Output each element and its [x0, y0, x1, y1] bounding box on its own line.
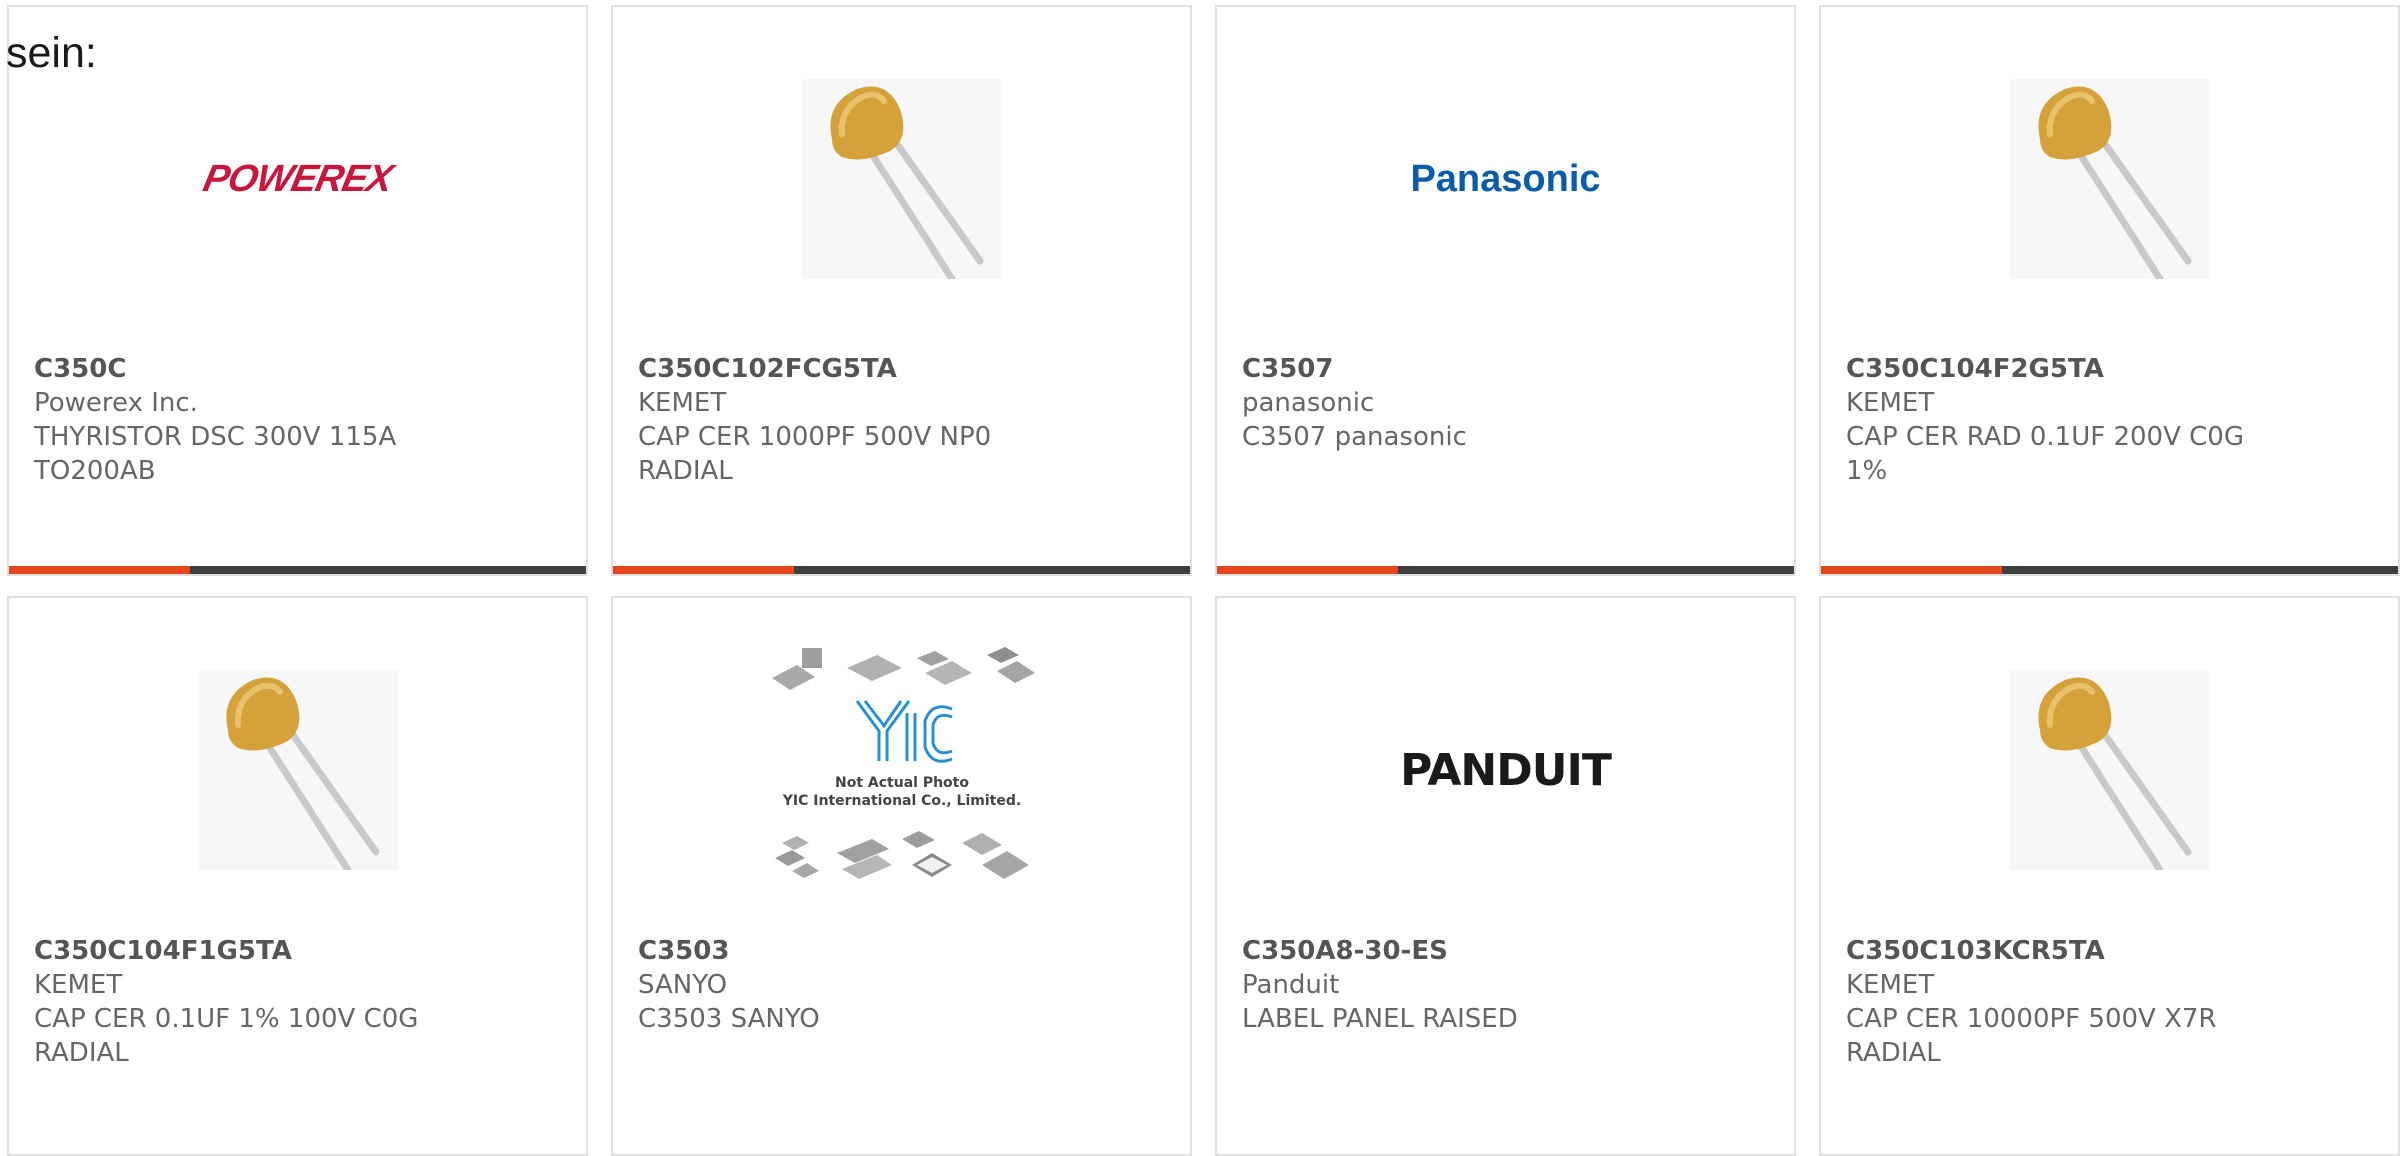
description: THYRISTOR DSC 300V 115A TO200AB — [34, 422, 397, 486]
description: CAP CER 10000PF 500V X7R RADIAL — [1846, 1004, 2217, 1068]
description: CAP CER RAD 0.1UF 200V C0G 1% — [1846, 422, 2244, 486]
card-accent-bar — [1821, 566, 2002, 574]
product-card[interactable]: PANDUIT C350A8-30-ES Panduit LABEL PANEL… — [1215, 596, 1796, 1156]
manufacturer: SANYO — [638, 970, 728, 1000]
placeholder-caption-2: YIC International Co., Limited. — [781, 793, 1020, 809]
description: C3507 panasonic — [1242, 422, 1467, 452]
radial-capacitor-image — [801, 79, 1002, 279]
part-number-link[interactable]: C350C102FCG5TA — [638, 352, 1170, 386]
product-info: C350C Powerex Inc. THYRISTOR DSC 300V 11… — [34, 352, 566, 488]
description: CAP CER 1000PF 500V NP0 RADIAL — [638, 422, 992, 486]
card-footer-bar — [9, 566, 586, 574]
product-image[interactable]: Not Actual Photo YIC International Co., … — [613, 638, 1190, 888]
product-card[interactable]: C350C104F1G5TA KEMET CAP CER 0.1UF 1% 10… — [7, 596, 588, 1156]
product-info: C350A8-30-ES Panduit LABEL PANEL RAISED — [1242, 934, 1774, 1036]
product-info: C350C103KCR5TA KEMET CAP CER 10000PF 500… — [1846, 934, 2378, 1070]
product-card[interactable]: POWEREX C350C Powerex Inc. THYRISTOR DSC… — [7, 5, 588, 576]
product-image[interactable] — [1821, 79, 2398, 279]
manufacturer: KEMET — [34, 970, 123, 1000]
part-number-link[interactable]: C3503 — [638, 934, 1170, 968]
product-image[interactable]: PANDUIT — [1217, 670, 1794, 870]
card-footer-bar — [1821, 566, 2398, 574]
product-card[interactable]: C350C102FCG5TA KEMET CAP CER 1000PF 500V… — [611, 5, 1192, 576]
product-info: C350C104F1G5TA KEMET CAP CER 0.1UF 1% 10… — [34, 934, 566, 1070]
manufacturer: Panduit — [1242, 970, 1340, 1000]
manufacturer: panasonic — [1242, 388, 1375, 418]
description: LABEL PANEL RAISED — [1242, 1004, 1518, 1034]
product-info: C350C104F2G5TA KEMET CAP CER RAD 0.1UF 2… — [1846, 352, 2378, 488]
product-card[interactable]: C350C103KCR5TA KEMET CAP CER 10000PF 500… — [1819, 596, 2400, 1156]
part-number-link[interactable]: C3507 — [1242, 352, 1774, 386]
panasonic-logo: Panasonic — [1410, 157, 1601, 200]
radial-capacitor-image — [2009, 79, 2210, 279]
manufacturer: KEMET — [1846, 970, 1935, 1000]
product-info: C3507 panasonic C3507 panasonic — [1242, 352, 1774, 454]
card-accent-bar — [1217, 566, 1398, 574]
product-card[interactable]: C350C104F2G5TA KEMET CAP CER RAD 0.1UF 2… — [1819, 5, 2400, 576]
product-image[interactable]: POWEREX — [9, 79, 586, 279]
product-card[interactable]: Not Actual Photo YIC International Co., … — [611, 596, 1192, 1156]
manufacturer: KEMET — [1846, 388, 1935, 418]
product-info: C3503 SANYO C3503 SANYO — [638, 934, 1170, 1036]
part-number-link[interactable]: C350C104F1G5TA — [34, 934, 566, 968]
radial-capacitor-image — [197, 670, 398, 870]
intro-text: sein: — [6, 29, 97, 77]
part-number-link[interactable]: C350C104F2G5TA — [1846, 352, 2378, 386]
part-number-link[interactable]: C350C — [34, 352, 566, 386]
product-card[interactable]: Panasonic C3507 panasonic C3507 panasoni… — [1215, 5, 1796, 576]
placeholder-caption-1: Not Actual Photo — [835, 775, 969, 791]
product-image[interactable] — [613, 79, 1190, 279]
product-info: C350C102FCG5TA KEMET CAP CER 1000PF 500V… — [638, 352, 1170, 488]
description: C3503 SANYO — [638, 1004, 820, 1034]
yic-placeholder-image: Not Actual Photo YIC International Co., … — [771, 647, 1035, 879]
panduit-logo: PANDUIT — [1400, 744, 1612, 796]
product-image[interactable]: Panasonic — [1217, 79, 1794, 279]
radial-capacitor-image — [2009, 670, 2210, 870]
card-accent-bar — [613, 566, 794, 574]
description: CAP CER 0.1UF 1% 100V C0G RADIAL — [34, 1004, 419, 1068]
product-image[interactable] — [1821, 670, 2398, 870]
powerex-logo: POWEREX — [199, 157, 396, 200]
product-image[interactable] — [9, 670, 586, 870]
card-footer-bar — [1217, 566, 1794, 574]
card-accent-bar — [9, 566, 190, 574]
part-number-link[interactable]: C350A8-30-ES — [1242, 934, 1774, 968]
card-footer-bar — [613, 566, 1190, 574]
manufacturer: KEMET — [638, 388, 727, 418]
manufacturer: Powerex Inc. — [34, 388, 198, 418]
part-number-link[interactable]: C350C103KCR5TA — [1846, 934, 2378, 968]
